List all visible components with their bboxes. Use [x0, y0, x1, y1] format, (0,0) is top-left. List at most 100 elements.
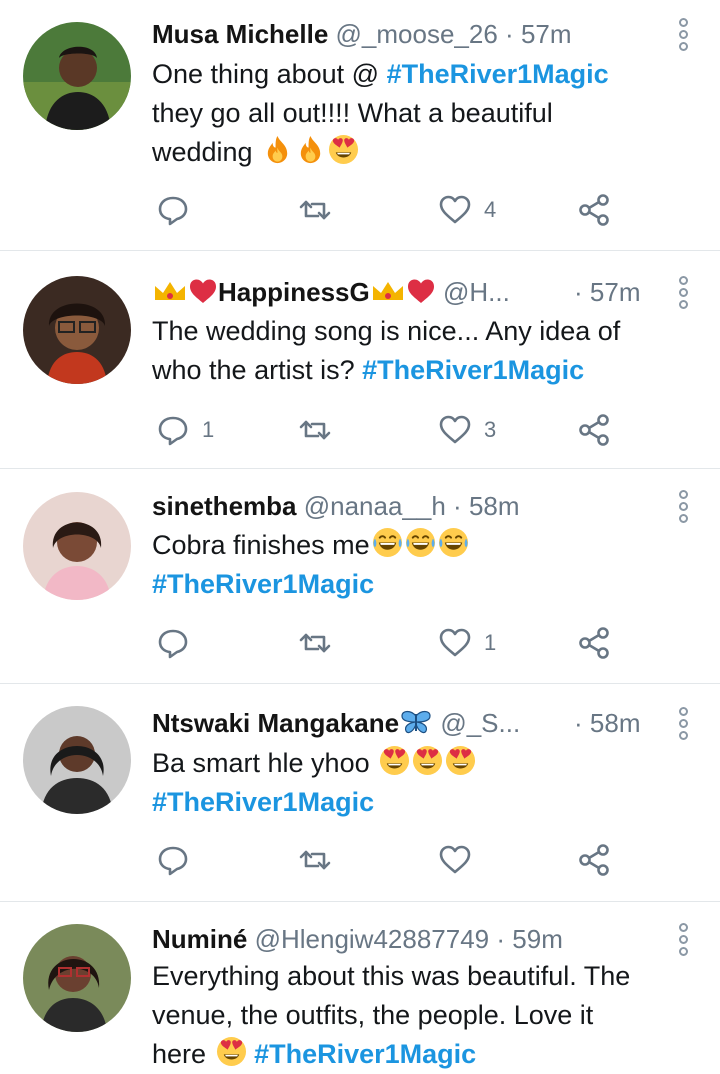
reply-button[interactable] — [156, 623, 202, 663]
tweet-text-line: One thing about @ — [152, 59, 387, 89]
like-count: 3 — [484, 417, 497, 442]
tweet-text-line: they go all out!!!! What a beautiful — [152, 98, 553, 128]
retweet-button[interactable] — [298, 410, 344, 450]
like-button[interactable]: 3 — [438, 410, 496, 450]
more-options-icon[interactable] — [676, 923, 690, 959]
tweet-text-line: Ba smart hle yhoo — [152, 748, 378, 778]
timestamp[interactable]: 58m — [469, 491, 520, 521]
heart-icon — [438, 626, 472, 660]
display-name[interactable]: Numiné — [152, 924, 247, 954]
heart-icon — [438, 413, 472, 447]
tweet-text: Cobra finishes me #TheRiver1Magic — [152, 526, 680, 604]
hashtag-link[interactable]: #TheRiver1Magic — [254, 1039, 476, 1069]
separator-dot: · — [574, 708, 583, 738]
hashtag-link[interactable]: #TheRiver1Magic — [362, 355, 584, 385]
tweet-header: Numiné @Hlengiw42887749 · 59m — [152, 922, 650, 956]
tweet-actions: 1 — [152, 623, 632, 663]
tweet-header: sinethemba @nanaa__h · 58m — [152, 489, 650, 523]
display-name[interactable]: Ntswaki Mangakane — [152, 708, 399, 738]
retweet-icon — [298, 843, 332, 877]
heart-icon — [438, 193, 472, 227]
tweet-actions — [152, 840, 632, 880]
heart-eyes-emoji-icon — [379, 745, 410, 776]
fire-emoji-icon — [262, 134, 293, 165]
hashtag-link[interactable]: #TheRiver1Magic — [152, 787, 374, 817]
tweet-item[interactable]: sinethemba @nanaa__h · 58m Cobra finishe… — [0, 469, 720, 684]
reply-button[interactable] — [156, 190, 202, 230]
share-button[interactable] — [577, 623, 611, 663]
share-button[interactable] — [577, 840, 611, 880]
separator-dot: · — [453, 491, 462, 521]
crown-emoji-icon — [372, 282, 403, 300]
tweet-item[interactable]: Ntswaki Mangakane @_S... · 58m Ba smart … — [0, 684, 720, 902]
tweet-header: Musa Michelle @_moose_26 · 57m — [152, 17, 650, 51]
separator-dot: · — [496, 924, 506, 954]
heart-eyes-emoji-icon — [216, 1036, 247, 1067]
crown-emoji-icon — [155, 282, 185, 300]
avatar[interactable] — [23, 492, 131, 600]
tweet-text: One thing about @ #TheRiver1Magic they g… — [152, 55, 680, 172]
retweet-button[interactable] — [298, 840, 344, 880]
heart-eyes-emoji-icon — [445, 745, 476, 776]
share-icon — [577, 193, 611, 227]
tweet-text-line: The wedding song is nice... Any idea of — [152, 316, 621, 346]
user-handle[interactable]: @_S... — [440, 708, 520, 738]
user-handle[interactable]: @H... — [443, 277, 510, 307]
like-count: 1 — [484, 630, 497, 655]
reply-button[interactable] — [156, 840, 202, 880]
joy-emoji-icon — [405, 527, 436, 558]
avatar[interactable] — [23, 924, 131, 1032]
fire-emoji-icon — [295, 134, 326, 165]
share-button[interactable] — [577, 190, 611, 230]
reply-icon — [156, 193, 190, 227]
user-handle[interactable]: @_moose_26 — [336, 19, 498, 49]
tweet-feed: Musa Michelle @_moose_26 · 57m One thing… — [0, 0, 720, 1074]
retweet-button[interactable] — [298, 623, 344, 663]
display-name[interactable]: Musa Michelle — [152, 19, 328, 49]
hashtag-link[interactable]: #TheRiver1Magic — [387, 59, 609, 89]
reply-icon — [156, 413, 190, 447]
user-handle[interactable]: @nanaa__h — [304, 491, 446, 521]
timestamp[interactable]: 57m — [590, 277, 641, 307]
like-button[interactable] — [438, 840, 484, 880]
avatar[interactable] — [23, 276, 131, 384]
avatar[interactable] — [23, 22, 131, 130]
red-heart-emoji-icon — [407, 279, 434, 303]
retweet-button[interactable] — [298, 190, 344, 230]
tweet-text-line: wedding — [152, 137, 261, 167]
hashtag-link[interactable]: #TheRiver1Magic — [152, 569, 374, 599]
reply-count: 1 — [202, 417, 215, 442]
timestamp[interactable]: 58m — [590, 708, 641, 738]
tweet-meta: · 57m — [574, 275, 650, 309]
more-options-icon[interactable] — [676, 276, 690, 312]
tweet-meta: · 58m — [574, 706, 650, 740]
more-options-icon[interactable] — [676, 490, 690, 526]
share-button[interactable] — [577, 410, 611, 450]
user-handle[interactable]: @Hlengiw42887749 — [255, 924, 490, 954]
like-count: 4 — [484, 197, 497, 222]
tweet-item[interactable]: Numiné @Hlengiw42887749 · 59m Everything… — [0, 902, 720, 1074]
tweet-actions: 4 — [152, 190, 632, 230]
more-options-icon[interactable] — [676, 707, 690, 743]
tweet-text-line: venue, the outfits, the people. Love it — [152, 1000, 594, 1030]
tweet-item[interactable]: Musa Michelle @_moose_26 · 57m One thing… — [0, 0, 720, 251]
timestamp[interactable]: 57m — [521, 19, 572, 49]
display-name[interactable]: HappinessG — [218, 277, 370, 307]
share-icon — [577, 413, 611, 447]
joy-emoji-icon — [372, 527, 403, 558]
red-heart-emoji-icon — [190, 279, 216, 303]
avatar[interactable] — [23, 706, 131, 814]
tweet-item[interactable]: HappinessG @H... · 57m The wedding song … — [0, 251, 720, 469]
more-options-icon[interactable] — [676, 18, 690, 54]
timestamp[interactable]: 59m — [512, 924, 563, 954]
like-button[interactable]: 1 — [438, 623, 496, 663]
tweet-text: The wedding song is nice... Any idea of … — [152, 312, 680, 390]
like-button[interactable]: 4 — [438, 190, 496, 230]
reply-icon — [156, 626, 190, 660]
tweet-text: Everything about this was beautiful. The… — [152, 957, 680, 1074]
tweet-text-line: here — [152, 1039, 214, 1069]
separator-dot: · — [574, 277, 583, 307]
reply-button[interactable]: 1 — [156, 410, 214, 450]
display-name[interactable]: sinethemba — [152, 491, 297, 521]
heart-eyes-emoji-icon — [328, 134, 359, 165]
